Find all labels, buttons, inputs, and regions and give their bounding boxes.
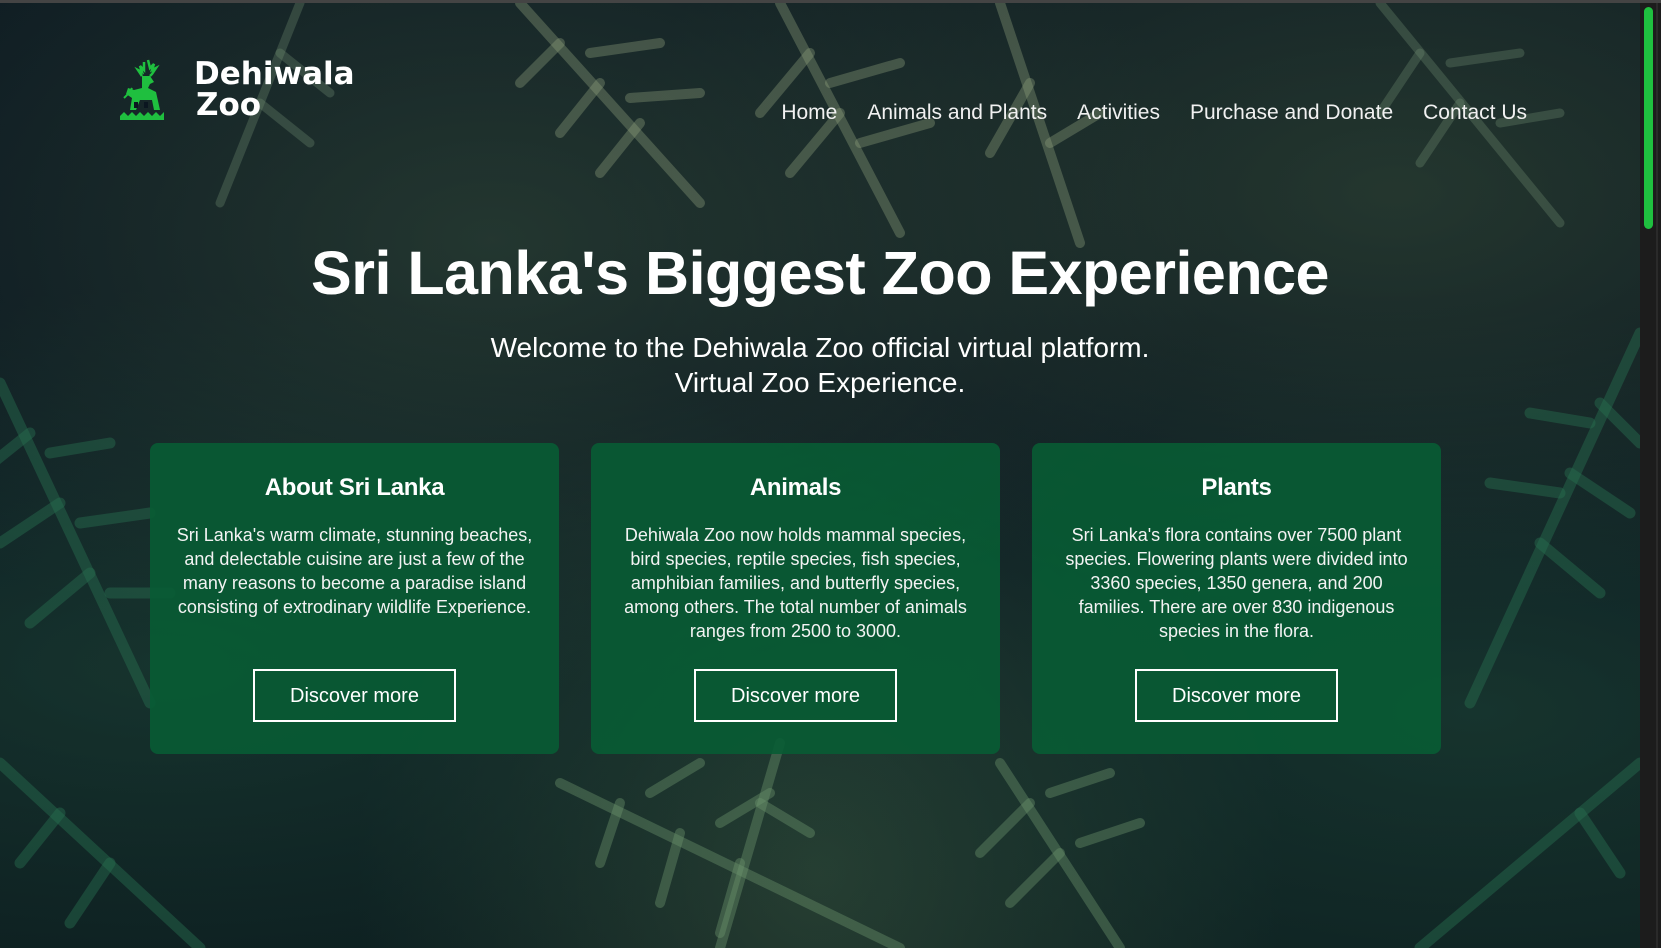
scrollbar-thumb[interactable] bbox=[1644, 7, 1653, 229]
card-title: Plants bbox=[1201, 474, 1272, 501]
discover-more-button[interactable]: Discover more bbox=[253, 669, 456, 722]
site-logo[interactable]: Dehiwala Zoo bbox=[120, 58, 355, 122]
brand-name-line2: Zoo bbox=[196, 87, 262, 123]
vertical-scrollbar[interactable] bbox=[1640, 3, 1661, 948]
nav-activities[interactable]: Activities bbox=[1077, 100, 1160, 126]
nav-animals-and-plants[interactable]: Animals and Plants bbox=[867, 100, 1047, 126]
card-plants: Plants Sri Lanka's flora contains over 7… bbox=[1032, 443, 1441, 754]
hero-subtitle: Welcome to the Dehiwala Zoo official vir… bbox=[0, 330, 1640, 400]
brand-name-line1: Dehiwala bbox=[194, 56, 355, 92]
card-animals: Animals Dehiwala Zoo now holds mammal sp… bbox=[591, 443, 1000, 754]
nav-home[interactable]: Home bbox=[781, 100, 837, 126]
scrollbar-track bbox=[1656, 3, 1658, 948]
nav-purchase-and-donate[interactable]: Purchase and Donate bbox=[1190, 100, 1393, 126]
card-text: Dehiwala Zoo now holds mammal species, b… bbox=[624, 525, 967, 641]
deer-logo-icon bbox=[120, 59, 164, 120]
discover-more-button[interactable]: Discover more bbox=[1135, 669, 1338, 722]
site-header: Dehiwala Zoo Home Animals and Plants Act… bbox=[0, 0, 1640, 140]
card-text: Sri Lanka's warm climate, stunning beach… bbox=[176, 525, 533, 617]
feature-cards: About Sri Lanka Sri Lanka's warm climate… bbox=[150, 443, 1441, 754]
main-nav: Home Animals and Plants Activities Purch… bbox=[781, 100, 1527, 126]
hero-title: Sri Lanka's Biggest Zoo Experience bbox=[311, 239, 1329, 307]
discover-more-button[interactable]: Discover more bbox=[694, 669, 897, 722]
nav-contact-us[interactable]: Contact Us bbox=[1423, 100, 1527, 126]
hero-subtitle-line1: Welcome to the Dehiwala Zoo official vir… bbox=[490, 332, 1150, 363]
card-about-sri-lanka: About Sri Lanka Sri Lanka's warm climate… bbox=[150, 443, 559, 754]
hero-subtitle-line2: Virtual Zoo Experience. bbox=[674, 367, 966, 398]
card-text: Sri Lanka's flora contains over 7500 pla… bbox=[1065, 525, 1408, 641]
card-title: About Sri Lanka bbox=[264, 474, 445, 501]
card-title: Animals bbox=[749, 474, 842, 501]
brand-name: Dehiwala Zoo bbox=[194, 59, 355, 121]
